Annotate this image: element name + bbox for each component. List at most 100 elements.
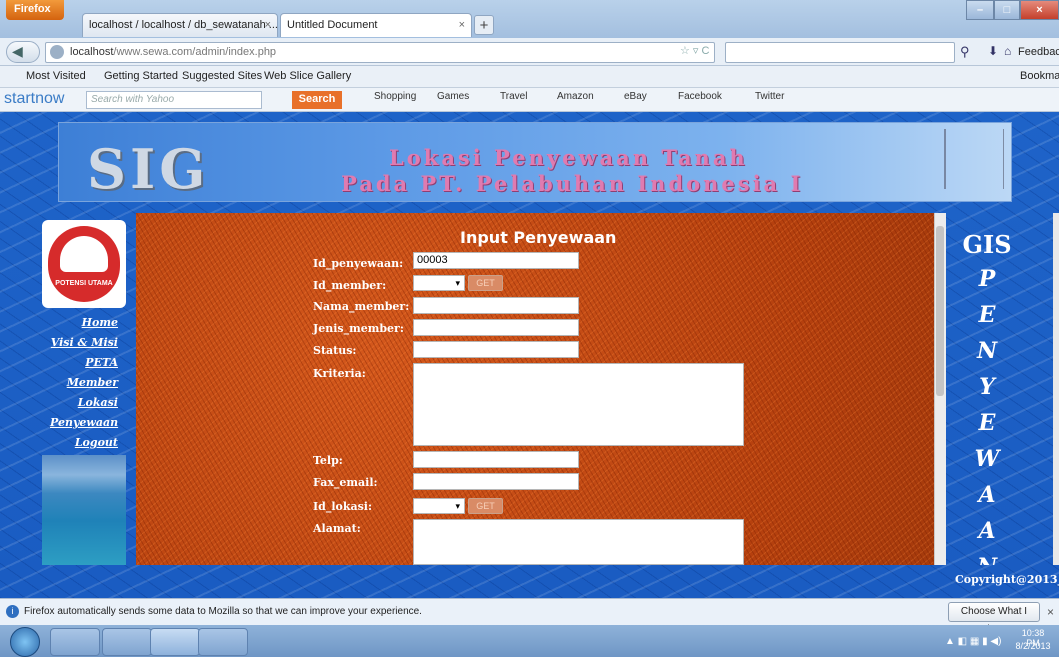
minimize-button[interactable]: – — [966, 0, 994, 20]
startnow-link-games[interactable]: Games — [437, 91, 469, 102]
side-letter: Y — [979, 374, 995, 400]
nav-peta[interactable]: PETA — [50, 356, 118, 369]
close-tab-icon[interactable]: × — [265, 19, 271, 31]
side-letter: A — [978, 518, 996, 544]
taskbar-firefox-icon[interactable] — [150, 628, 200, 656]
label-telp: Telp: — [313, 454, 343, 467]
label-id-lokasi: Id_lokasi: — [313, 500, 373, 513]
get-member-button[interactable]: GET — [468, 275, 503, 291]
notification-text: Firefox automatically sends some data to… — [24, 606, 422, 617]
bookmark-getting-started[interactable]: Getting Started — [104, 70, 178, 82]
label-nama-member: Nama_member: — [313, 300, 410, 313]
nama-member-input[interactable] — [413, 297, 579, 314]
startnow-link-amazon[interactable]: Amazon — [557, 91, 594, 102]
bookmark-most-visited[interactable]: Most Visited — [26, 70, 86, 82]
label-alamat: Alamat: — [313, 522, 361, 535]
startnow-link-facebook[interactable]: Facebook — [678, 91, 722, 102]
close-notification-icon[interactable]: × — [1047, 605, 1054, 619]
label-jenis-member: Jenis_member: — [313, 322, 404, 335]
nav-visi-misi[interactable]: Visi & Misi — [50, 336, 118, 349]
url-path: /www.sewa.com/admin/index.php — [113, 46, 277, 58]
back-button[interactable]: ◀ — [6, 41, 40, 63]
feedback-button[interactable]: Feedback — [1018, 46, 1059, 58]
ship-image — [944, 129, 1004, 189]
label-id-penyewaan: Id_penyewaan: — [313, 257, 404, 270]
search-input[interactable] — [725, 42, 955, 63]
sea-image — [42, 455, 126, 565]
side-letter: N — [976, 338, 998, 364]
startnow-link-twitter[interactable]: Twitter — [755, 91, 784, 102]
info-icon: i — [6, 605, 19, 618]
bookmarks-menu[interactable]: Bookmarks — [1020, 70, 1059, 82]
nav-home[interactable]: Home — [50, 316, 118, 329]
search-icon[interactable]: ⚲ — [960, 44, 970, 60]
tab-label: Untitled Document — [287, 19, 378, 31]
start-button[interactable] — [10, 627, 40, 657]
telp-input[interactable] — [413, 451, 579, 468]
jenis-member-input[interactable] — [413, 319, 579, 336]
logo-text: STMIK — [68, 264, 100, 275]
taskbar-word-icon[interactable] — [198, 628, 248, 656]
bookmark-suggested-sites[interactable]: Suggested Sites — [182, 70, 262, 82]
nav-lokasi[interactable]: Lokasi — [50, 396, 118, 409]
startnow-link-ebay[interactable]: eBay — [624, 91, 647, 102]
nav-penyewaan[interactable]: Penyewaan — [50, 416, 118, 429]
copyright-text: Copyright@2013_R — [955, 573, 1059, 586]
tab-untitled-document[interactable]: Untitled Document × — [280, 13, 472, 37]
label-kriteria: Kriteria: — [313, 367, 366, 380]
side-letter-clip: N — [962, 550, 1012, 565]
banner-title-line2: Pada PT. Pelabuhan Indonesia I — [341, 171, 804, 196]
label-status: Status: — [313, 344, 357, 357]
side-letter: E — [978, 410, 996, 436]
id-member-select[interactable]: ▾ — [413, 275, 465, 291]
new-tab-button[interactable]: + — [474, 15, 494, 35]
home-icon[interactable]: ⌂ — [1004, 44, 1011, 58]
firefox-menu-button[interactable]: Firefox — [6, 0, 64, 20]
startnow-link-travel[interactable]: Travel — [500, 91, 527, 102]
side-letter: A — [978, 482, 996, 508]
stmik-logo: STMIK POTENSI UTAMA — [42, 220, 126, 308]
id-lokasi-select[interactable]: ▾ — [413, 498, 465, 514]
taskbar-ie-icon[interactable] — [50, 628, 100, 656]
yahoo-search-input[interactable]: Search with Yahoo — [86, 91, 262, 109]
url-host: localhost — [70, 46, 114, 58]
banner-logo-text: SIG — [87, 137, 210, 201]
bookmark-web-slice-gallery[interactable]: Web Slice Gallery — [264, 70, 351, 82]
right-frame-edge — [1053, 213, 1059, 565]
side-letter: E — [978, 302, 996, 328]
download-icon[interactable]: ⬇ — [988, 44, 998, 58]
close-tab-icon[interactable]: × — [459, 19, 465, 31]
fax-email-input[interactable] — [413, 473, 579, 490]
label-fax-email: Fax_email: — [313, 476, 378, 489]
side-letter: W — [974, 446, 1000, 472]
form-title: Input Penyewaan — [460, 228, 617, 247]
tab-phpmyadmin[interactable]: localhost / localhost / db_sewatanah ...… — [82, 13, 278, 37]
maximize-button[interactable]: □ — [994, 0, 1020, 20]
choose-what-i-share-button[interactable]: Choose What I Share — [948, 602, 1040, 635]
get-lokasi-button[interactable]: GET — [468, 498, 503, 514]
side-title-gis: GIS — [962, 230, 1012, 259]
clock-date[interactable]: 8/2/2013 — [1014, 641, 1052, 651]
taskbar-explorer-icon[interactable] — [102, 628, 152, 656]
nav-member[interactable]: Member — [50, 376, 118, 389]
site-identity-icon[interactable] — [50, 45, 64, 59]
banner-title-line1: Lokasi Penyewaan Tanah — [389, 145, 748, 170]
startnow-link-shopping[interactable]: Shopping — [374, 91, 416, 102]
nav-logout[interactable]: Logout — [50, 436, 118, 449]
side-letter: N — [962, 554, 1012, 565]
side-letter: P — [978, 266, 996, 292]
id-penyewaan-input[interactable]: 00003 — [413, 252, 579, 269]
url-bar[interactable]: localhost/www.sewa.com/admin/index.php — [45, 42, 715, 63]
startnow-logo: startnow — [4, 90, 65, 107]
alamat-textarea[interactable] — [413, 519, 744, 565]
kriteria-textarea[interactable] — [413, 363, 744, 446]
tray-icons[interactable]: ▲ ◧ ▦ ▮ ◀) — [945, 636, 1001, 647]
yahoo-search-button[interactable]: Search — [292, 91, 342, 109]
close-window-button[interactable]: × — [1020, 0, 1059, 20]
header-banner: SIG Lokasi Penyewaan Tanah Pada PT. Pela… — [58, 122, 1012, 202]
scrollbar-thumb[interactable] — [936, 226, 944, 396]
logo-ring-text: POTENSI UTAMA — [55, 280, 113, 287]
status-input[interactable] — [413, 341, 579, 358]
bookmark-star-icon[interactable]: ☆ ▿ C — [680, 44, 709, 57]
label-id-member: Id_member: — [313, 279, 387, 292]
